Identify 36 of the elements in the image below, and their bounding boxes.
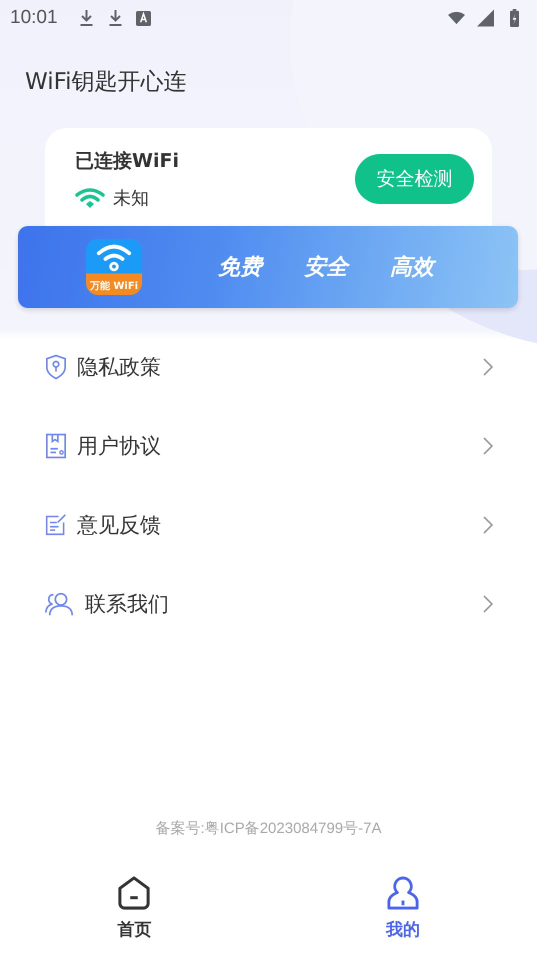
chevron-right-icon: [483, 436, 493, 454]
banner-slogan: 安全: [304, 252, 348, 282]
banner-slogan: 高效: [390, 252, 434, 282]
app-title: WiFi钥匙开心连: [25, 68, 188, 97]
menu-label: 隐私政策: [77, 354, 162, 380]
cell-signal-icon: [477, 9, 494, 27]
people-icon: [45, 590, 75, 616]
user-icon: [386, 876, 419, 910]
menu-item[interactable]: 用户协议: [0, 406, 537, 485]
download-icon: [106, 9, 124, 27]
wifi-key-icon: [95, 243, 133, 273]
wifi-icon: [75, 188, 105, 208]
chevron-right-icon: [483, 516, 493, 534]
menu-item[interactable]: 意见反馈: [0, 485, 537, 564]
network-name: 未知: [113, 187, 149, 210]
download-icon: [78, 9, 95, 27]
menu-item[interactable]: 联系我们: [0, 564, 537, 643]
menu-item[interactable]: 隐私政策: [0, 327, 537, 406]
logo-text: 万能 WiFi: [90, 280, 138, 293]
chevron-right-icon: [483, 594, 493, 612]
edit-icon: [45, 512, 67, 538]
status-time: 10:01: [10, 7, 58, 29]
menu-label: 联系我们: [85, 590, 170, 618]
shield-icon: [45, 354, 67, 380]
nav-tab[interactable]: 我的: [268, 860, 537, 956]
keyboard-icon: [136, 10, 151, 26]
document-icon: [45, 432, 67, 458]
connection-status: 已连接WiFi: [75, 149, 179, 174]
wifi-signal-icon: [448, 9, 465, 27]
home-icon: [118, 876, 150, 910]
banner-slogan: 免费: [218, 252, 262, 282]
menu-label: 用户协议: [77, 432, 162, 460]
menu-label: 意见反馈: [77, 512, 162, 538]
icp-record: 备案号:粤ICP备2023084799号-7A: [154, 819, 382, 838]
chevron-right-icon: [483, 358, 493, 376]
nav-tab[interactable]: 首页: [0, 860, 268, 956]
